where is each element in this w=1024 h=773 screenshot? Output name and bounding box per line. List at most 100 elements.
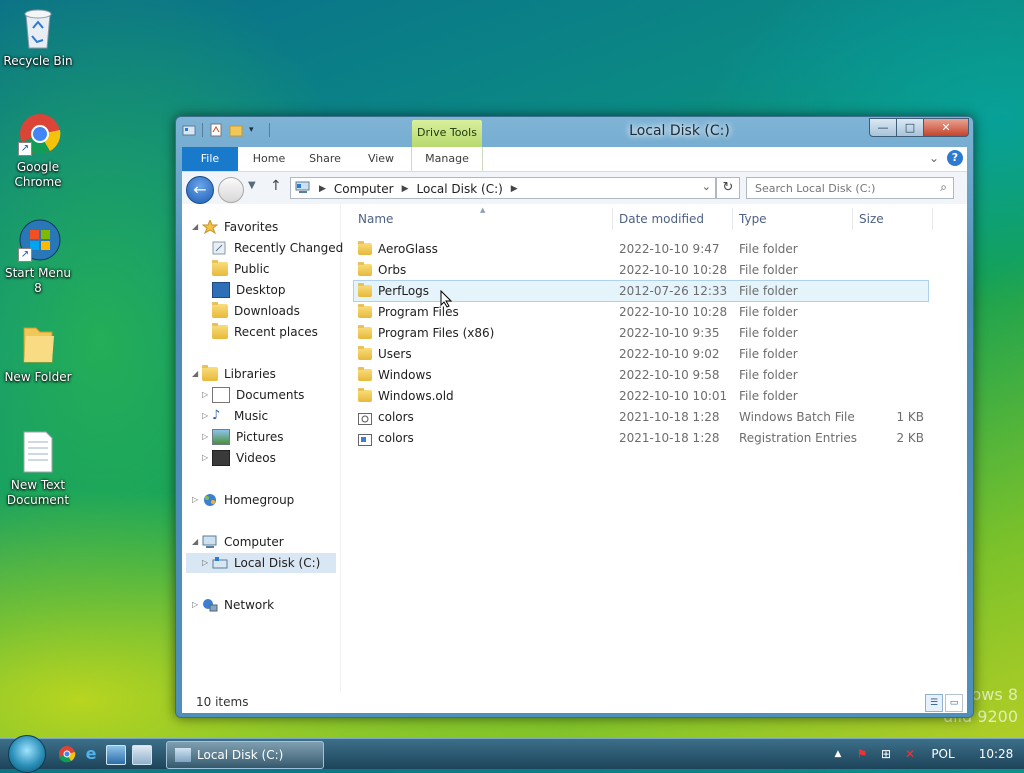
details-view-icon[interactable]: ☰ <box>925 694 943 712</box>
nav-recently-changed[interactable]: Recently Changed <box>212 238 343 258</box>
file-date: 2022-10-10 9:58 <box>619 368 720 382</box>
expand-arrow-icon[interactable]: ▷ <box>202 406 212 426</box>
tab-share[interactable]: Share <box>300 147 350 171</box>
file-type: File folder <box>739 305 798 319</box>
column-divider[interactable] <box>732 208 733 230</box>
desktop-icon-google-chrome[interactable]: ↗ Google Chrome <box>0 112 76 190</box>
up-button[interactable]: ↑ <box>270 178 282 194</box>
tab-home[interactable]: Home <box>244 147 294 171</box>
explorer-icon[interactable] <box>132 745 152 765</box>
chrome-icon[interactable] <box>58 745 76 763</box>
desktop-icon-new-text-document[interactable]: New Text Document <box>0 430 76 508</box>
file-row[interactable]: colors 2021-10-18 1:28 Windows Batch Fil… <box>354 407 928 427</box>
breadcrumb-separator[interactable]: ▶ <box>319 184 326 194</box>
explorer-window[interactable]: ▾ Drive Tools Local Disk (C:) — □ ✕ File… <box>175 116 974 718</box>
expand-arrow-icon[interactable]: ▷ <box>192 595 202 615</box>
nav-favorites[interactable]: ◢ Favorites <box>192 217 278 237</box>
file-row[interactable]: Orbs 2022-10-10 10:28 File folder <box>354 260 928 280</box>
nav-desktop[interactable]: Desktop <box>212 280 286 300</box>
nav-computer[interactable]: ◢ Computer <box>192 532 284 552</box>
nav-music[interactable]: ▷ ♪ Music <box>202 406 268 426</box>
nav-recent-places[interactable]: Recent places <box>212 322 318 342</box>
breadcrumb-local-disk[interactable]: Local Disk (C:) <box>417 182 503 196</box>
column-header-date[interactable]: Date modified <box>619 212 704 226</box>
column-header-type[interactable]: Type <box>739 212 767 226</box>
column-divider[interactable] <box>932 208 933 230</box>
collapse-arrow-icon[interactable]: ◢ <box>192 364 202 384</box>
file-row[interactable]: Windows 2022-10-10 9:58 File folder <box>354 365 928 385</box>
tab-view[interactable]: View <box>356 147 406 171</box>
column-divider[interactable] <box>852 208 853 230</box>
action-center-icon[interactable]: ⚑ <box>854 746 870 762</box>
column-header-size[interactable]: Size <box>859 212 884 226</box>
breadcrumb-computer[interactable]: Computer <box>334 182 394 196</box>
column-divider[interactable] <box>612 208 613 230</box>
volume-muted-icon[interactable]: ✕ <box>902 746 918 762</box>
desktop-icon-recycle-bin[interactable]: Recycle Bin <box>0 6 76 69</box>
forward-button[interactable] <box>218 177 244 203</box>
address-dropdown-icon[interactable]: ⌄ <box>702 180 711 193</box>
nav-network[interactable]: ▷ Network <box>192 595 274 615</box>
maximize-button[interactable]: □ <box>896 118 924 137</box>
desktop-icon-label: New Folder <box>4 370 72 384</box>
nav-downloads[interactable]: Downloads <box>212 301 300 321</box>
file-row[interactable]: Users 2022-10-10 9:02 File folder <box>354 344 928 364</box>
file-row[interactable]: Windows.old 2022-10-10 10:01 File folder <box>354 386 928 406</box>
chevron-down-icon[interactable]: ⌄ <box>929 151 939 165</box>
item-count: 10 items <box>196 695 249 709</box>
search-input[interactable] <box>753 178 927 198</box>
file-name: Program Files (x86) <box>378 326 495 340</box>
help-icon[interactable]: ? <box>947 150 963 166</box>
desktop-icon <box>212 282 230 298</box>
file-row[interactable]: AeroGlass 2022-10-10 9:47 File folder <box>354 239 928 259</box>
expand-arrow-icon[interactable]: ▷ <box>192 490 202 510</box>
navigation-pane[interactable]: ◢ Favorites Recently Changed Public Desk… <box>182 204 343 693</box>
file-row[interactable]: Program Files (x86) 2022-10-10 9:35 File… <box>354 323 928 343</box>
file-name: Windows <box>378 368 432 382</box>
desktop-icon-new-folder[interactable]: New Folder <box>0 322 76 385</box>
address-bar[interactable]: ▶ Computer ▶ Local Disk (C:) ▶ ⌄ <box>290 177 716 199</box>
nav-pictures[interactable]: ▷ Pictures <box>202 427 284 447</box>
expand-arrow-icon[interactable]: ▷ <box>202 553 212 573</box>
large-icons-view-icon[interactable]: ▭ <box>945 694 963 712</box>
internet-explorer-icon[interactable]: e <box>82 745 100 763</box>
nav-documents[interactable]: ▷ Documents <box>202 385 304 405</box>
network-icon[interactable]: ⊞ <box>878 746 894 762</box>
breadcrumb-separator[interactable]: ▶ <box>402 184 409 194</box>
nav-homegroup[interactable]: ▷ Homegroup <box>192 490 294 510</box>
column-header-name[interactable]: Name <box>358 212 393 226</box>
refresh-button[interactable]: ↻ <box>716 177 740 199</box>
tab-manage[interactable]: Manage <box>411 147 483 171</box>
breadcrumb-separator[interactable]: ▶ <box>511 184 518 194</box>
clock[interactable]: 10:28 <box>968 746 1024 762</box>
folder-icon <box>358 283 372 297</box>
search-icon[interactable]: ⌕ <box>940 180 947 195</box>
taskbar-button-local-disk[interactable]: Local Disk (C:) <box>166 741 324 769</box>
nav-libraries[interactable]: ◢ Libraries <box>192 364 276 384</box>
expand-arrow-icon[interactable]: ▷ <box>202 385 212 405</box>
expand-arrow-icon[interactable]: ▷ <box>202 448 212 468</box>
nav-public[interactable]: Public <box>212 259 270 279</box>
title-bar[interactable]: ▾ Drive Tools Local Disk (C:) — □ ✕ <box>176 117 973 149</box>
search-box[interactable]: ⌕ <box>746 177 954 199</box>
back-button[interactable]: ← <box>186 176 214 204</box>
start-button[interactable] <box>8 735 46 773</box>
expand-arrow-icon[interactable]: ▷ <box>202 427 212 447</box>
language-indicator[interactable]: POL <box>926 746 960 762</box>
shortcut-arrow-icon: ↗ <box>18 248 32 262</box>
recent-locations-button[interactable]: ▼ <box>248 180 256 191</box>
file-row[interactable]: colors 2021-10-18 1:28 Registration Entr… <box>354 428 928 448</box>
file-list-pane[interactable]: ▲ Name Date modified Type Size AeroGlass… <box>342 204 967 693</box>
show-hidden-icons-icon[interactable]: ▲ <box>830 746 846 762</box>
collapse-arrow-icon[interactable]: ◢ <box>192 532 202 552</box>
tab-file[interactable]: File <box>182 147 238 171</box>
close-button[interactable]: ✕ <box>923 118 969 137</box>
show-desktop-icon[interactable] <box>106 745 126 765</box>
desktop-icon-start-menu-8[interactable]: ↗ Start Menu 8 <box>0 218 76 296</box>
computer-icon <box>295 180 311 197</box>
minimize-button[interactable]: — <box>869 118 897 137</box>
nav-local-disk[interactable]: ▷ Local Disk (C:) <box>186 553 336 573</box>
nav-videos[interactable]: ▷ Videos <box>202 448 276 468</box>
collapse-arrow-icon[interactable]: ◢ <box>192 217 202 237</box>
drive-icon <box>212 556 228 570</box>
